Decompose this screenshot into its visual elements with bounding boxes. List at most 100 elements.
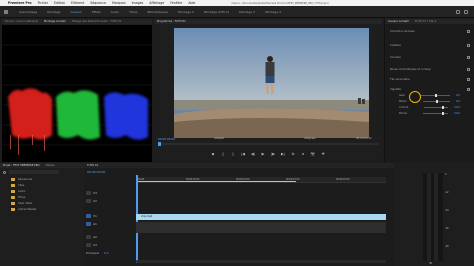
time-ruler[interactable]: 00:00 00:00:05:00 00:00:10:00 00:00:15:0…	[136, 177, 386, 183]
folder-icon	[11, 207, 15, 211]
menu-item-edit[interactable]: Edition	[54, 1, 65, 5]
slider-thumb[interactable]	[436, 99, 439, 103]
list-item-label: Autres Médias	[18, 207, 37, 211]
search-icon[interactable]	[3, 170, 6, 174]
slider-value[interactable]: 0,0	[456, 100, 474, 103]
lock-icon[interactable]	[86, 243, 91, 247]
tab-audio-mixer[interactable]: Mixage des éléments audio : TUTO 01	[72, 20, 121, 23]
workspace-tab[interactable]: Montage	[42, 10, 65, 14]
timeline-scrollbar[interactable]	[136, 260, 386, 263]
workspace-tab[interactable]: Titres	[124, 10, 142, 14]
fit-dropdown[interactable]: Adapter	[214, 137, 224, 140]
lock-icon[interactable]	[86, 235, 91, 239]
workspace-tab[interactable]: Montage 2	[173, 10, 199, 14]
slider-thumb[interactable]	[435, 93, 438, 97]
menu-item-help[interactable]: Aide	[188, 1, 195, 5]
workspace-tab[interactable]: Audio	[106, 10, 125, 14]
tab-clip[interactable]: TUTO 01 * Clip 1	[415, 20, 437, 23]
lock-icon[interactable]	[86, 199, 91, 203]
program-timecode[interactable]: 00:00:00:00	[158, 137, 175, 141]
checkbox-icon[interactable]	[467, 55, 470, 59]
playhead-marker[interactable]	[158, 142, 161, 146]
timeline-timecode[interactable]: 00:00:00:00	[87, 170, 105, 174]
menu-item-graphics[interactable]: Images	[132, 1, 144, 5]
marker-icon[interactable]: ◆	[211, 152, 216, 156]
meter-label: 0	[445, 173, 447, 176]
app-menu[interactable]: Premiere Pro	[8, 1, 32, 5]
list-item-label: Audio	[18, 189, 26, 193]
workspace-tab[interactable]: Montage (CS5.5)	[199, 10, 234, 14]
step-forward-icon[interactable]: |▶	[271, 152, 276, 156]
go-to-in-icon[interactable]: |◀	[241, 152, 246, 156]
tab-program[interactable]: Programme : TUTO 01	[157, 20, 186, 23]
home-icon[interactable]	[4, 9, 8, 14]
track-label: Principal	[86, 251, 99, 255]
work-area-bar[interactable]	[136, 181, 296, 182]
menu-item-clip[interactable]: Elément	[71, 1, 84, 5]
timeline-panel: TUTO 01 00:00:00:00 00:00 00:00:05:00 00…	[84, 163, 394, 266]
checkbox-icon[interactable]	[467, 77, 470, 81]
folder-icon	[11, 201, 15, 205]
track-header-v2: V2	[84, 199, 134, 203]
slider-value[interactable]: 50,0	[454, 106, 474, 109]
add-button-icon[interactable]: ✚	[321, 152, 326, 156]
menu-item-view[interactable]: Affichage	[149, 1, 164, 5]
video-clip[interactable]: clip.mp4	[136, 214, 386, 220]
play-icon[interactable]: ▶	[261, 152, 266, 156]
tab-sequence[interactable]: TUTO 01	[87, 164, 98, 167]
workspace-tab[interactable]: Montage 4	[260, 10, 286, 14]
tab-project[interactable]: Projet : TEST PREMIERE PRO	[3, 164, 40, 167]
audio-meter-panel: 0 -12 -24 -36 -48 dB	[395, 163, 474, 266]
tab-lumetri-scopes[interactable]: Montage Lumetri	[44, 20, 66, 23]
track-label: V2	[93, 199, 97, 203]
track-header-a2: A2	[84, 235, 134, 239]
slider-thumb[interactable]	[442, 105, 445, 109]
mark-out-icon[interactable]: }	[231, 152, 236, 156]
menu-item-file[interactable]: Fichier	[38, 1, 48, 5]
slider-track[interactable]	[423, 111, 449, 115]
slider-value[interactable]: 0,0	[456, 94, 474, 97]
extract-icon[interactable]: ⧈	[301, 152, 306, 156]
slider-thumb[interactable]	[441, 111, 444, 115]
go-to-out-icon[interactable]: ▶|	[281, 152, 286, 156]
workspace-tab[interactable]: Effets	[87, 10, 106, 14]
workspace-tab[interactable]: Bibliothèques	[142, 10, 172, 14]
share-icon[interactable]	[464, 9, 468, 14]
step-back-icon[interactable]: ◀|	[251, 152, 256, 156]
program-scrubber[interactable]	[158, 142, 378, 146]
source-patch-icon[interactable]	[86, 214, 91, 218]
blue-channel	[104, 92, 148, 140]
mark-in-icon[interactable]: {	[221, 152, 226, 156]
slider-value[interactable]: 50,0	[454, 112, 474, 115]
audio-clip[interactable]	[136, 222, 386, 233]
master-value[interactable]: 0,0	[104, 251, 109, 255]
slider-track[interactable]	[424, 105, 449, 109]
workspace-tab-active[interactable]: Couleur	[65, 10, 87, 14]
menu-item-sequence[interactable]: Séquence	[90, 1, 106, 5]
quality-dropdown[interactable]: Intégrale	[304, 137, 316, 140]
lock-icon[interactable]	[86, 191, 91, 195]
search-input[interactable]	[9, 170, 59, 174]
list-item-label: Clips Vidéo	[18, 201, 33, 205]
checkbox-icon[interactable]	[467, 29, 470, 33]
slider-track[interactable]	[422, 99, 450, 103]
workspace-tab[interactable]: Montage 3	[234, 10, 260, 14]
menu-item-markers[interactable]: Marques	[112, 1, 126, 5]
slider-track[interactable]	[420, 93, 450, 97]
workspace-tab[interactable]: Assemblage	[14, 10, 42, 14]
workspace-bar: Assemblage Montage Couleur Effets Audio …	[0, 6, 474, 18]
menu-item-window[interactable]: Fenêtre	[170, 1, 182, 5]
lift-icon[interactable]: ⧉	[291, 152, 296, 156]
tab-source[interactable]: Source : (aucun élément)	[5, 20, 38, 23]
checkbox-icon[interactable]	[467, 67, 470, 71]
search-icon[interactable]	[456, 9, 460, 14]
section-label: Créative	[390, 43, 401, 47]
camera-icon[interactable]: 📷	[311, 152, 316, 156]
tab-media[interactable]: Médias	[46, 164, 55, 167]
slider-feather[interactable]: Plume 50,0	[385, 110, 474, 116]
checkbox-icon[interactable]	[467, 87, 470, 91]
list-item-label: Séquences	[18, 177, 33, 181]
source-patch-icon[interactable]	[86, 222, 91, 226]
tab-lumetri-color[interactable]: Couleur Lumetri	[388, 20, 409, 23]
checkbox-icon[interactable]	[467, 43, 470, 47]
